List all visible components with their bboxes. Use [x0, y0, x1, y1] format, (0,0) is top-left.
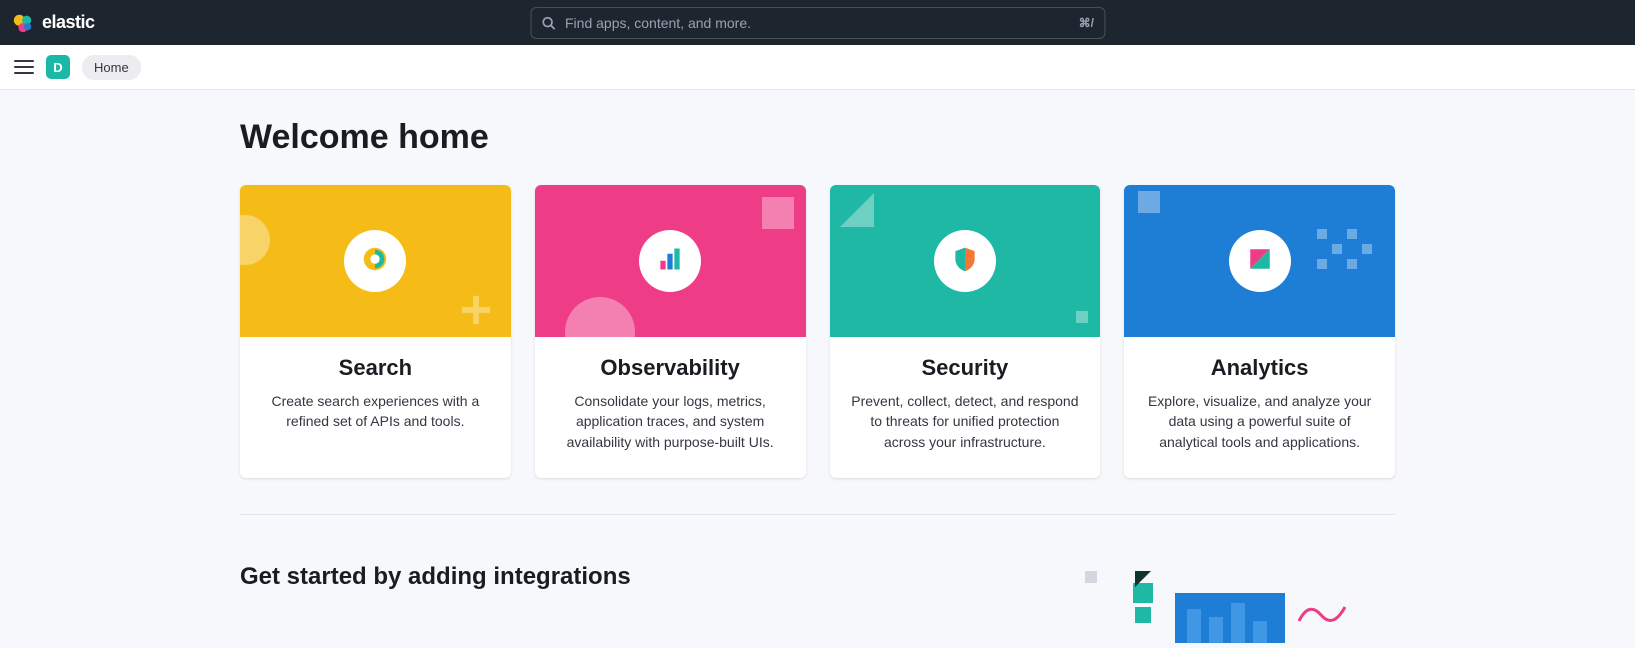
- search-shortcut-hint: ⌘/: [1079, 16, 1094, 30]
- card-search-hero: [240, 185, 511, 337]
- card-search-title: Search: [260, 355, 491, 381]
- card-analytics-hero: [1124, 185, 1395, 337]
- search-solution-icon: [360, 244, 390, 279]
- search-icon: [541, 16, 555, 30]
- card-analytics-title: Analytics: [1144, 355, 1375, 381]
- brand-name: elastic: [42, 12, 95, 33]
- page-title: Welcome home: [240, 118, 1395, 157]
- integrations-illustration: [1075, 563, 1395, 643]
- card-security-desc: Prevent, collect, detect, and respond to…: [850, 391, 1081, 452]
- card-security[interactable]: Security Prevent, collect, detect, and r…: [830, 185, 1101, 478]
- security-solution-icon: [951, 245, 979, 278]
- card-security-title: Security: [850, 355, 1081, 381]
- elastic-logo-icon: [12, 12, 34, 34]
- space-selector[interactable]: D: [46, 55, 70, 79]
- card-observability-title: Observability: [555, 355, 786, 381]
- breadcrumb-home[interactable]: Home: [82, 55, 141, 80]
- card-security-hero: [830, 185, 1101, 337]
- card-search[interactable]: Search Create search experiences with a …: [240, 185, 511, 478]
- card-analytics[interactable]: Analytics Explore, visualize, and analyz…: [1124, 185, 1395, 478]
- card-observability-hero: [535, 185, 806, 337]
- brand-logo[interactable]: elastic: [12, 12, 95, 34]
- observability-solution-icon: [656, 245, 684, 278]
- solution-cards: Search Create search experiences with a …: [240, 185, 1395, 478]
- section-divider: [240, 514, 1395, 515]
- card-observability-desc: Consolidate your logs, metrics, applicat…: [555, 391, 786, 452]
- analytics-solution-icon: [1247, 246, 1273, 277]
- card-analytics-desc: Explore, visualize, and analyze your dat…: [1144, 391, 1375, 452]
- integrations-title: Get started by adding integrations: [240, 563, 631, 591]
- main-content: Welcome home Search: [240, 90, 1395, 643]
- global-search-box[interactable]: ⌘/: [530, 7, 1105, 39]
- card-observability[interactable]: Observability Consolidate your logs, met…: [535, 185, 806, 478]
- sub-header: D Home: [0, 45, 1635, 90]
- global-search-input[interactable]: [565, 15, 1069, 31]
- integrations-section: Get started by adding integrations: [240, 563, 1395, 643]
- global-header: elastic ⌘/: [0, 0, 1635, 45]
- card-search-desc: Create search experiences with a refined…: [260, 391, 491, 432]
- global-search: ⌘/: [530, 7, 1105, 39]
- nav-toggle-button[interactable]: [14, 57, 34, 77]
